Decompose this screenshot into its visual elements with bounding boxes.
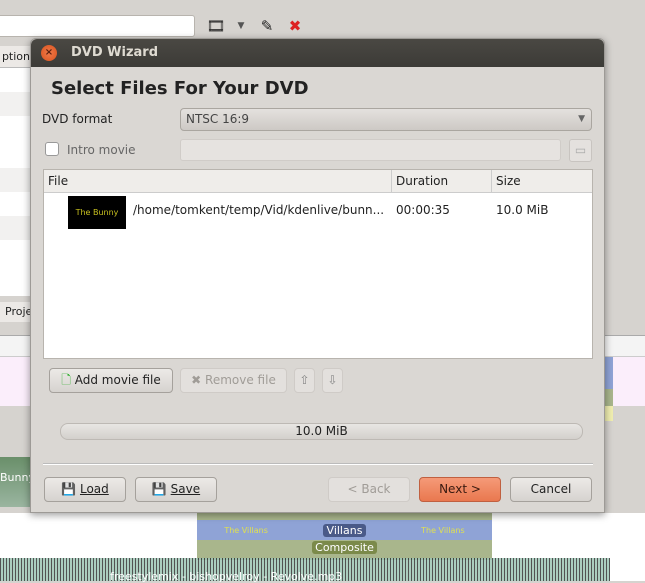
clip-title: Villans	[322, 523, 367, 537]
page-title: Select Files For Your DVD	[51, 78, 309, 99]
chevron-down-icon: ▼	[578, 114, 585, 124]
back-button[interactable]: < Back	[328, 477, 410, 502]
column-size[interactable]: Size	[492, 170, 592, 193]
intro-movie-label: Intro movie	[67, 143, 136, 157]
total-size: 10.0 MiB	[295, 424, 348, 438]
next-button[interactable]: Next >	[419, 477, 501, 502]
composite-label: Composite	[312, 541, 377, 554]
save-icon: 💾	[151, 482, 167, 496]
intro-movie-field[interactable]	[180, 139, 561, 161]
arrow-up-icon: ⇧	[299, 373, 310, 387]
browse-intro-button[interactable]: ▭	[569, 139, 592, 162]
dvd-wizard-dialog: × DVD Wizard Select Files For Your DVD D…	[30, 38, 605, 513]
clip[interactable]	[605, 389, 613, 406]
dvd-format-select[interactable]: NTSC 16:9 ▼	[180, 108, 592, 131]
add-movie-file-label: Add movie file	[74, 373, 161, 387]
project-list	[0, 46, 30, 296]
clip-villans[interactable]: The Villans Villans The Villans	[197, 520, 492, 540]
dvd-size-bar: 10.0 MiB	[60, 423, 583, 440]
load-button[interactable]: 💾 Load	[44, 477, 126, 502]
remove-file-label: Remove file	[205, 373, 276, 387]
cancel-button[interactable]: Cancel	[510, 477, 592, 502]
intro-movie-checkbox[interactable]	[45, 142, 59, 156]
clip[interactable]	[605, 406, 613, 421]
dvd-format-value: NTSC 16:9	[186, 112, 250, 126]
add-clip-icon[interactable]: 🎞	[206, 16, 226, 36]
size: 10.0 MiB	[496, 203, 549, 217]
clip-label: The Villans	[224, 525, 268, 535]
dropdown-arrow-icon[interactable]: ▼	[231, 16, 251, 36]
clip[interactable]	[197, 513, 492, 520]
project-tab[interactable]: Proje	[0, 302, 32, 322]
titlebar[interactable]: × DVD Wizard	[31, 39, 604, 67]
track	[0, 357, 30, 406]
save-icon: ▭	[574, 143, 587, 157]
track	[613, 357, 645, 406]
remove-file-button[interactable]: ✖ Remove file	[180, 368, 287, 393]
clip-label: The Villans	[421, 525, 465, 535]
move-down-button[interactable]: ⇩	[322, 368, 343, 393]
arrow-down-icon: ⇩	[327, 373, 338, 387]
save-button[interactable]: 💾 Save	[135, 477, 217, 502]
save-label: Save	[170, 482, 201, 496]
edit-icon[interactable]: ✎	[257, 16, 277, 36]
file-table[interactable]: File Duration Size The Bunny /home/tomke…	[43, 169, 593, 359]
add-file-icon: 🗋	[61, 373, 71, 387]
add-movie-file-button[interactable]: 🗋 Add movie file	[49, 368, 173, 393]
thumbnail: The Bunny	[68, 196, 126, 229]
search-input[interactable]	[0, 15, 195, 37]
audio-clip-label: freestylemix - bishopvelroy - Revolve.mp…	[110, 570, 343, 583]
table-row[interactable]: The Bunny /home/tomkent/temp/Vid/kdenliv…	[44, 193, 592, 229]
dialog-title: DVD Wizard	[71, 45, 159, 60]
column-duration[interactable]: Duration	[392, 170, 492, 193]
composite-transition[interactable]: Composite	[197, 540, 492, 560]
load-icon: 💾	[61, 482, 77, 496]
column-file[interactable]: File	[44, 170, 392, 193]
delete-icon[interactable]: ✖	[285, 16, 305, 36]
file-path: /home/tomkent/temp/Vid/kdenlive/bunn...	[133, 203, 385, 217]
table-header: File Duration Size	[44, 170, 592, 193]
clip[interactable]	[605, 357, 613, 389]
move-up-button[interactable]: ⇧	[294, 368, 315, 393]
clip-bunny[interactable]: Bunny	[0, 457, 35, 507]
duration: 00:00:35	[396, 203, 450, 217]
column-header-description[interactable]: ption	[0, 46, 30, 68]
close-icon[interactable]: ×	[41, 45, 57, 61]
divider	[43, 463, 593, 465]
load-label: Load	[79, 482, 109, 496]
remove-icon: ✖	[191, 373, 202, 387]
dvd-format-label: DVD format	[42, 112, 113, 126]
